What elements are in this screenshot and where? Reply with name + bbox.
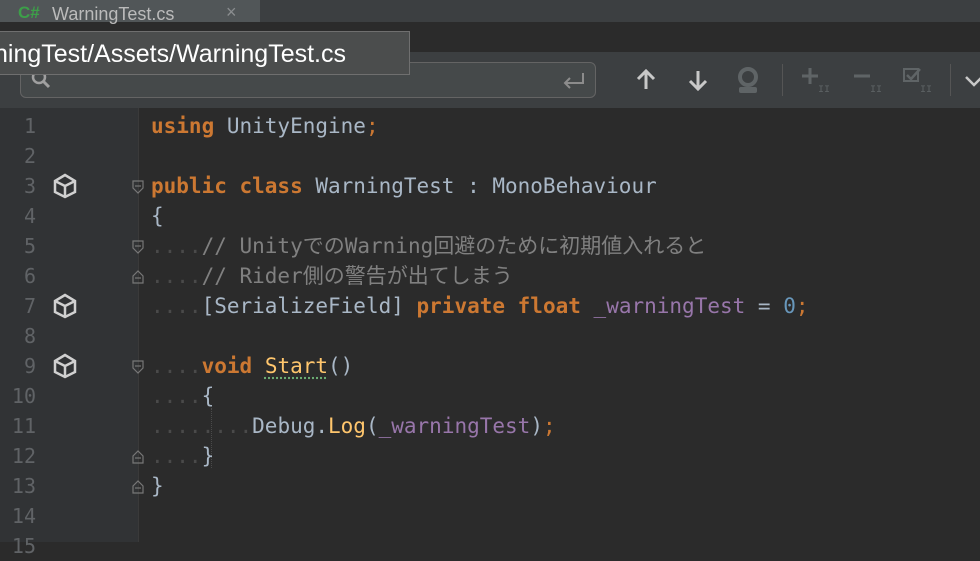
gutter-divider: [138, 108, 139, 542]
line-number: 10: [0, 381, 36, 411]
indent-dots: ....: [151, 294, 202, 318]
code-line-9[interactable]: ....void Start(): [151, 351, 353, 381]
csharp-file-icon: C#: [18, 3, 40, 23]
code-line-4[interactable]: {: [151, 201, 164, 231]
indent-dots: ........: [151, 414, 252, 438]
line-number: 12: [0, 441, 36, 471]
brace: {: [151, 204, 164, 228]
line-number: 9: [0, 351, 36, 381]
svg-text:II: II: [870, 85, 882, 94]
svg-text:II: II: [818, 85, 830, 94]
brace: }: [202, 444, 215, 468]
find-usages-button[interactable]: [732, 64, 764, 96]
line-number: 8: [0, 321, 36, 351]
indent-dots: ....: [151, 444, 202, 468]
open-paren: (: [366, 414, 379, 438]
editor-tab-bar: C# WarningTest.cs ×: [0, 0, 980, 23]
select-all-occurrences-button[interactable]: II: [902, 64, 934, 96]
unity-icon[interactable]: [50, 171, 80, 201]
indent-dots: ....: [151, 264, 202, 288]
arrow-up-icon: [634, 68, 658, 92]
tab-label: WarningTest.cs: [52, 4, 174, 25]
semicolon: ;: [796, 294, 809, 318]
fold-start-icon[interactable]: [131, 360, 145, 374]
file-path-tooltip: ningTest/Assets/WarningTest.cs: [0, 31, 410, 75]
code-line-13[interactable]: }: [151, 471, 164, 501]
select-all-occurrences-icon: II: [902, 66, 934, 94]
fold-end-icon[interactable]: [131, 450, 145, 464]
code-line-3[interactable]: public class WarningTest : MonoBehaviour: [151, 171, 657, 201]
dropdown-icon: [962, 71, 980, 89]
brace: {: [202, 384, 215, 408]
indent-dots: ....: [151, 354, 202, 378]
field-reference: _warningTest: [379, 414, 531, 438]
parentheses: (): [328, 354, 353, 378]
more-options-button[interactable]: [962, 64, 980, 96]
line-number: 14: [0, 501, 36, 531]
line-number: 6: [0, 261, 36, 291]
code-line-11[interactable]: ........Debug.Log(_warningTest);: [151, 411, 556, 441]
space: [581, 294, 594, 318]
line-number: 7: [0, 291, 36, 321]
line-number: 5: [0, 231, 36, 261]
brace: }: [151, 474, 164, 498]
number: 0: [783, 294, 796, 318]
close-paren: ): [530, 414, 543, 438]
add-occurrence-button[interactable]: II: [800, 64, 832, 96]
keyword: void: [202, 354, 253, 378]
toolbar-divider: [782, 64, 783, 96]
indent-dots: ....: [151, 384, 202, 408]
keyword: using: [151, 114, 214, 138]
line-number: 2: [0, 141, 36, 171]
line-number: 15: [0, 531, 36, 561]
operator: =: [745, 294, 783, 318]
line-number: 3: [0, 171, 36, 201]
toolbar-divider: [950, 64, 951, 96]
enter-icon[interactable]: [561, 69, 587, 91]
space: [252, 354, 265, 378]
arrow-down-icon: [686, 68, 710, 92]
semicolon: ;: [543, 414, 556, 438]
code-line-10[interactable]: ....{: [151, 381, 214, 411]
fold-end-icon[interactable]: [131, 480, 145, 494]
field-name: _warningTest: [594, 294, 746, 318]
comment: // UnityでのWarning回避のために初期値入れると: [202, 234, 707, 258]
fold-end-icon[interactable]: [131, 270, 145, 284]
unity-icon[interactable]: [50, 351, 80, 381]
method-call: Log: [328, 414, 366, 438]
keyword: private float: [417, 294, 581, 318]
next-occurrence-button[interactable]: [682, 64, 714, 96]
keyword: public class: [151, 174, 303, 198]
comment: // Rider側の警告が出てしまう: [202, 264, 513, 288]
line-number: 4: [0, 201, 36, 231]
add-occurrence-icon: II: [800, 66, 832, 94]
find-usages-icon: [733, 65, 763, 95]
semicolon: ;: [366, 114, 379, 138]
class-declaration: WarningTest : MonoBehaviour: [303, 174, 657, 198]
code-editor[interactable]: 1 2 3 4 5 6 7 8 9 10 11 12 13 14 15 usin…: [0, 108, 980, 542]
tab-warningtest[interactable]: C# WarningTest.cs ×: [0, 0, 260, 22]
code-line-12[interactable]: ....}: [151, 441, 214, 471]
class-reference: Debug.: [252, 414, 328, 438]
indent-dots: ....: [151, 234, 202, 258]
remove-occurrence-button[interactable]: II: [852, 64, 884, 96]
attribute: [SerializeField]: [202, 294, 417, 318]
code-line-5[interactable]: ....// UnityでのWarning回避のために初期値入れると: [151, 231, 706, 261]
line-number: 1: [0, 111, 36, 141]
line-number: 11: [0, 411, 36, 441]
method-name: Start: [265, 354, 328, 378]
namespace: UnityEngine: [214, 114, 366, 138]
fold-start-icon[interactable]: [131, 240, 145, 254]
file-path-text: ningTest/Assets/WarningTest.cs: [0, 40, 346, 69]
fold-start-icon[interactable]: [131, 180, 145, 194]
code-line-1[interactable]: using UnityEngine;: [151, 111, 379, 141]
close-icon[interactable]: ×: [226, 2, 237, 23]
line-number: 13: [0, 471, 36, 501]
remove-occurrence-icon: II: [852, 66, 884, 94]
unity-icon[interactable]: [50, 291, 80, 321]
code-line-7[interactable]: ....[SerializeField] private float _warn…: [151, 291, 809, 321]
svg-text:II: II: [920, 85, 932, 94]
previous-occurrence-button[interactable]: [630, 64, 662, 96]
code-line-6[interactable]: ....// Rider側の警告が出てしまう: [151, 261, 513, 291]
